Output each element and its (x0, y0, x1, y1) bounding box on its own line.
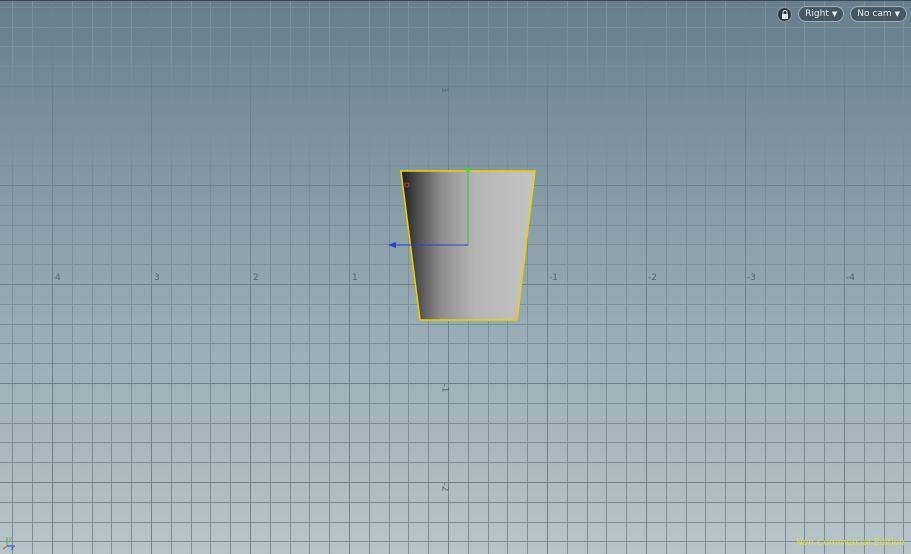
viewport-toolbar: Right ▼ No cam ▼ (777, 6, 907, 22)
axis-label-y: -2 (439, 482, 450, 492)
axis-label-x: -1 (549, 273, 558, 283)
chevron-down-icon: ▼ (831, 10, 838, 18)
svg-text:z: z (11, 546, 14, 550)
axis-label-y: 1 (438, 87, 449, 93)
axis-label-x: -3 (747, 273, 756, 283)
axis-label-x: 4 (55, 273, 61, 283)
camera-menu-button[interactable]: No cam ▼ (850, 6, 907, 22)
axis-label-x: -2 (648, 273, 657, 283)
axis-label-x: 2 (253, 273, 259, 283)
axis-label-y: -1 (439, 383, 450, 393)
scene-viewport[interactable]: 4 3 2 1 -1 -2 -3 -4 1 -1 -2 Right ▼ No c… (0, 0, 911, 554)
camera-menu-label: No cam (857, 9, 892, 19)
chevron-down-icon: ▼ (894, 10, 900, 18)
edition-watermark: Non-Commercial Edition (795, 538, 905, 548)
axis-label-x: 1 (352, 273, 358, 283)
axis-label-x: -4 (846, 273, 855, 283)
axis-label-x: 3 (154, 273, 160, 283)
view-menu-label: Right (805, 9, 829, 19)
lock-icon[interactable] (777, 6, 793, 22)
axis-gnomon-icon: y z (2, 536, 15, 550)
viewport-grid (0, 1, 911, 554)
svg-text:y: y (9, 536, 12, 542)
view-menu-button[interactable]: Right ▼ (798, 6, 845, 22)
